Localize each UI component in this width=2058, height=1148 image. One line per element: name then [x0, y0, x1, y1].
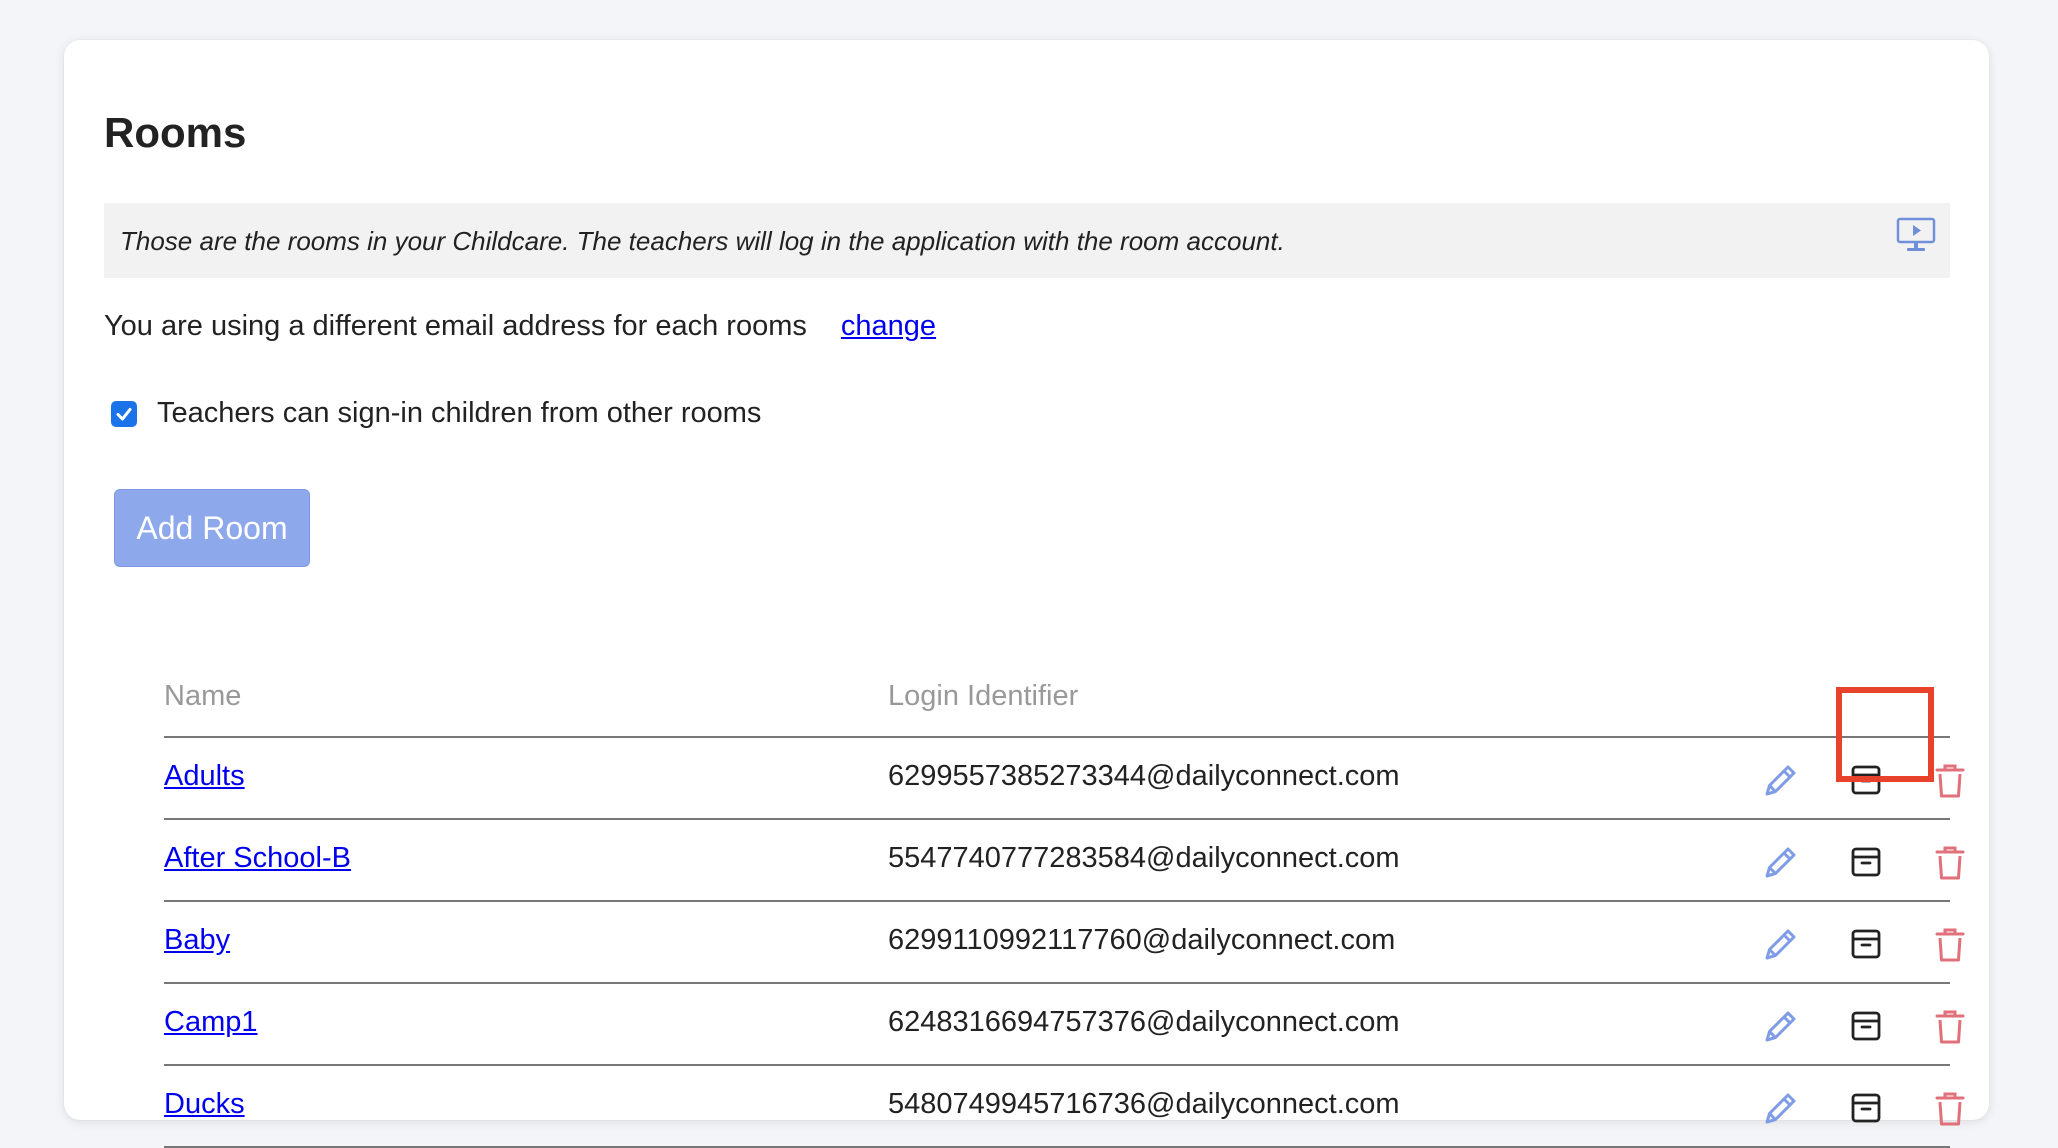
table-row: Ducks 5480749945716736@dailyconnect.com: [164, 1066, 1965, 1148]
room-login-identifier: 6248316694757376@dailyconnect.com: [888, 1006, 1400, 1038]
table-row: Baby 6299110992117760@dailyconnect.com: [164, 902, 1965, 984]
email-mode-row: You are using a different email address …: [104, 310, 936, 343]
room-login-identifier: 6299110992117760@dailyconnect.com: [888, 924, 1396, 956]
room-login-identifier: 5480749945716736@dailyconnect.com: [888, 1088, 1400, 1120]
trash-icon[interactable]: [1930, 1006, 1970, 1046]
room-name-link[interactable]: Adults: [164, 760, 245, 793]
room-login-identifier: 6299557385273344@dailyconnect.com: [888, 760, 1400, 792]
edit-icon[interactable]: [1761, 1006, 1801, 1046]
info-banner: Those are the rooms in your Childcare. T…: [104, 203, 1950, 278]
edit-icon[interactable]: [1761, 760, 1801, 800]
add-room-button[interactable]: Add Room: [114, 489, 310, 567]
trash-icon[interactable]: [1930, 1088, 1970, 1128]
archive-icon[interactable]: [1846, 760, 1886, 800]
change-link[interactable]: change: [841, 310, 936, 342]
archive-icon[interactable]: [1846, 1006, 1886, 1046]
teachers-sign-in-checkbox[interactable]: [111, 400, 137, 427]
archive-icon[interactable]: [1846, 1088, 1886, 1128]
column-header-login: Login Identifier: [888, 680, 1079, 712]
column-header-name: Name: [164, 680, 242, 712]
room-login-identifier: 5547740777283584@dailyconnect.com: [888, 842, 1400, 874]
edit-icon[interactable]: [1761, 1088, 1801, 1128]
table-row: Adults 6299557385273344@dailyconnect.com: [164, 738, 1965, 820]
teachers-sign-in-option: Teachers can sign-in children from other…: [111, 397, 761, 430]
edit-icon[interactable]: [1761, 924, 1801, 964]
archive-icon[interactable]: [1846, 924, 1886, 964]
trash-icon[interactable]: [1930, 760, 1970, 800]
trash-icon[interactable]: [1930, 842, 1970, 882]
archive-icon[interactable]: [1846, 842, 1886, 882]
teachers-sign-in-label: Teachers can sign-in children from other…: [157, 397, 762, 429]
info-text: Those are the rooms in your Childcare. T…: [120, 226, 1285, 256]
table-row: After School-B 5547740777283584@dailyconn…: [164, 820, 1965, 902]
room-name-link[interactable]: After School-B: [164, 842, 351, 875]
page-title: Rooms: [104, 109, 247, 156]
table-body: Adults 6299557385273344@dailyconnect.com A…: [164, 738, 1965, 1148]
room-name-link[interactable]: Camp1: [164, 1006, 258, 1039]
rooms-table: Name Login Identifier Adults 629955738527…: [164, 670, 1965, 1148]
room-name-link[interactable]: Baby: [164, 924, 230, 957]
rooms-card: Rooms Those are the rooms in your Childc…: [64, 40, 1989, 1148]
email-mode-text: You are using a different email address …: [104, 310, 807, 342]
edit-icon[interactable]: [1761, 842, 1801, 882]
trash-icon[interactable]: [1930, 924, 1970, 964]
room-name-link[interactable]: Ducks: [164, 1088, 245, 1121]
table-header: Name Login Identifier: [164, 670, 1950, 738]
table-row: Camp1 6248316694757376@dailyconnect.com: [164, 984, 1965, 1066]
video-tutorial-icon[interactable]: [1896, 217, 1936, 253]
